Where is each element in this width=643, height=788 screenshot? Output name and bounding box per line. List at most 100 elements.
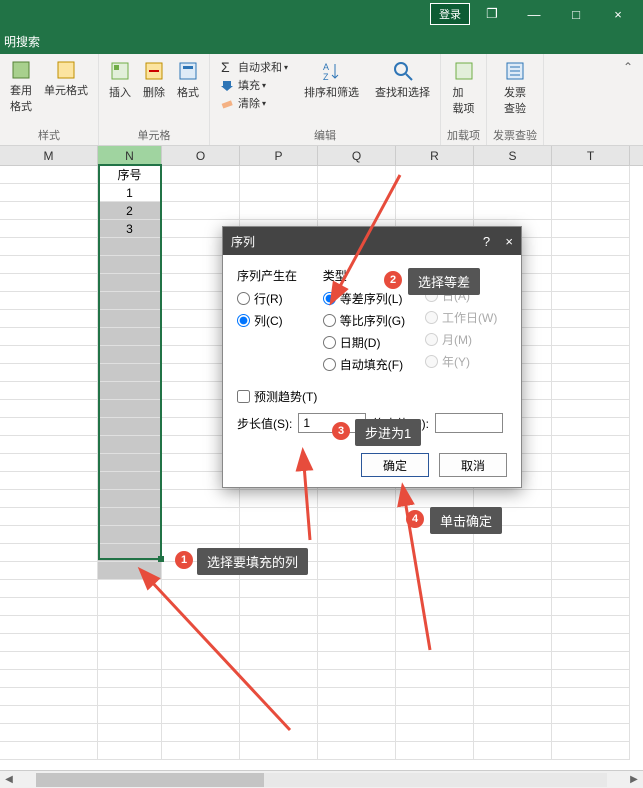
cell[interactable] bbox=[162, 634, 240, 652]
cell[interactable] bbox=[552, 328, 630, 346]
cell[interactable] bbox=[552, 274, 630, 292]
apply-table-format-button[interactable]: 套用 格式 bbox=[6, 58, 36, 116]
cell[interactable] bbox=[98, 400, 162, 418]
cell[interactable] bbox=[396, 616, 474, 634]
dialog-close-button[interactable]: × bbox=[505, 234, 513, 249]
cell[interactable] bbox=[98, 652, 162, 670]
cell[interactable] bbox=[318, 706, 396, 724]
cell[interactable] bbox=[552, 562, 630, 580]
col-header[interactable]: R bbox=[396, 146, 474, 165]
cell[interactable] bbox=[396, 724, 474, 742]
tell-me-search[interactable]: 明搜索 bbox=[0, 28, 643, 54]
cell[interactable] bbox=[162, 652, 240, 670]
cell[interactable] bbox=[162, 184, 240, 202]
cell[interactable] bbox=[0, 400, 98, 418]
cell[interactable] bbox=[474, 670, 552, 688]
cell[interactable] bbox=[0, 706, 98, 724]
cell[interactable] bbox=[162, 580, 240, 598]
cell[interactable] bbox=[318, 742, 396, 760]
cell[interactable] bbox=[552, 400, 630, 418]
cell[interactable] bbox=[552, 580, 630, 598]
cell[interactable] bbox=[98, 274, 162, 292]
cell[interactable] bbox=[0, 670, 98, 688]
cell[interactable]: 3 bbox=[98, 220, 162, 238]
cell[interactable] bbox=[474, 490, 552, 508]
ribbon-display-button[interactable]: ❐ bbox=[472, 4, 512, 24]
cell[interactable] bbox=[98, 544, 162, 562]
dialog-titlebar[interactable]: 序列 ? × bbox=[223, 227, 521, 255]
cell[interactable] bbox=[98, 310, 162, 328]
cell[interactable] bbox=[0, 364, 98, 382]
cell[interactable] bbox=[98, 418, 162, 436]
column-headers[interactable]: M N O P Q R S T bbox=[0, 146, 643, 166]
cell[interactable] bbox=[98, 634, 162, 652]
cell[interactable] bbox=[98, 616, 162, 634]
series-col-radio[interactable]: 列(C) bbox=[237, 312, 311, 329]
cell[interactable] bbox=[98, 238, 162, 256]
cell-styles-button[interactable]: 单元格式 bbox=[40, 58, 92, 116]
col-header[interactable]: Q bbox=[318, 146, 396, 165]
cell[interactable] bbox=[240, 490, 318, 508]
col-header[interactable]: T bbox=[552, 146, 630, 165]
cell[interactable] bbox=[474, 652, 552, 670]
cell[interactable] bbox=[240, 184, 318, 202]
cell[interactable] bbox=[474, 202, 552, 220]
collapse-ribbon-button[interactable]: ⌃ bbox=[619, 60, 637, 78]
cell[interactable] bbox=[318, 724, 396, 742]
cell[interactable] bbox=[552, 598, 630, 616]
cell[interactable] bbox=[552, 616, 630, 634]
col-header[interactable]: N bbox=[98, 146, 162, 165]
cell[interactable] bbox=[240, 724, 318, 742]
cell[interactable] bbox=[318, 670, 396, 688]
cell[interactable] bbox=[318, 544, 396, 562]
cell[interactable] bbox=[552, 742, 630, 760]
cell[interactable] bbox=[162, 616, 240, 634]
cell[interactable] bbox=[98, 724, 162, 742]
delete-button[interactable]: 删除 bbox=[139, 58, 169, 102]
cell[interactable] bbox=[240, 526, 318, 544]
cell[interactable] bbox=[318, 580, 396, 598]
find-select-button[interactable]: 查找和选择 bbox=[371, 58, 434, 112]
scroll-track[interactable] bbox=[36, 773, 607, 787]
cell[interactable] bbox=[552, 454, 630, 472]
cell[interactable] bbox=[98, 436, 162, 454]
cell[interactable] bbox=[0, 454, 98, 472]
type-autofill-radio[interactable]: 自动填充(F) bbox=[323, 356, 413, 373]
cell[interactable] bbox=[162, 490, 240, 508]
scroll-right-button[interactable]: ▶ bbox=[625, 774, 643, 785]
cell[interactable] bbox=[98, 526, 162, 544]
cell[interactable] bbox=[474, 598, 552, 616]
cell[interactable] bbox=[318, 652, 396, 670]
trend-checkbox[interactable]: 预测趋势(T) bbox=[237, 388, 507, 405]
cell[interactable] bbox=[162, 202, 240, 220]
cell[interactable] bbox=[0, 580, 98, 598]
cell[interactable] bbox=[0, 418, 98, 436]
cell[interactable] bbox=[318, 688, 396, 706]
dialog-help-button[interactable]: ? bbox=[483, 234, 490, 249]
cell[interactable] bbox=[552, 724, 630, 742]
cell[interactable] bbox=[0, 220, 98, 238]
cell[interactable] bbox=[396, 562, 474, 580]
cell[interactable] bbox=[240, 706, 318, 724]
cell[interactable] bbox=[0, 472, 98, 490]
cell[interactable] bbox=[318, 490, 396, 508]
cell[interactable] bbox=[474, 166, 552, 184]
cell[interactable] bbox=[0, 274, 98, 292]
cell[interactable] bbox=[0, 436, 98, 454]
cell[interactable] bbox=[552, 508, 630, 526]
cell[interactable] bbox=[552, 526, 630, 544]
cell[interactable] bbox=[162, 742, 240, 760]
cell[interactable] bbox=[0, 256, 98, 274]
cell[interactable] bbox=[552, 238, 630, 256]
cell[interactable] bbox=[552, 346, 630, 364]
close-button[interactable]: × bbox=[598, 5, 638, 24]
cell[interactable] bbox=[0, 184, 98, 202]
minimize-button[interactable]: — bbox=[514, 5, 554, 24]
cell[interactable] bbox=[396, 544, 474, 562]
cell[interactable] bbox=[318, 202, 396, 220]
cell[interactable] bbox=[318, 526, 396, 544]
cell[interactable] bbox=[318, 562, 396, 580]
cell[interactable] bbox=[396, 580, 474, 598]
cell[interactable] bbox=[552, 202, 630, 220]
addins-button[interactable]: 加 载项 bbox=[447, 58, 480, 118]
